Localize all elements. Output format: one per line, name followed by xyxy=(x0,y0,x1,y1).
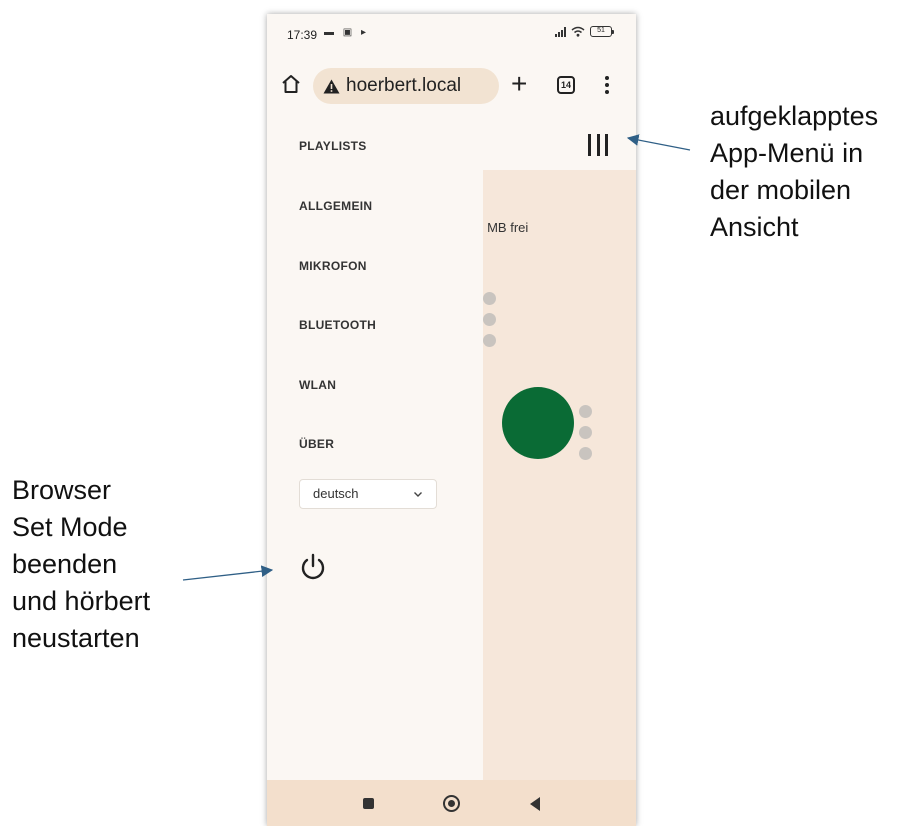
storage-free-text: ' MB frei xyxy=(481,220,529,235)
microphone-status-icon xyxy=(483,292,496,305)
annotation-line: Set Mode xyxy=(12,512,128,542)
signal-icon xyxy=(555,26,566,37)
menu-item-playlists[interactable]: PLAYLISTS xyxy=(299,139,367,153)
app-drawer-menu: PLAYLISTS ALLGEMEIN MIKROFON BLUETOOTH W… xyxy=(267,112,483,780)
wlan-status-icon xyxy=(579,426,592,439)
notification-icons: ▬ ▣ ▸ xyxy=(324,27,370,38)
system-icons: 51 xyxy=(555,26,614,37)
annotation-line: App-Menü in xyxy=(710,138,864,168)
bluetooth-status-icon xyxy=(579,447,592,460)
wifi-icon xyxy=(571,26,585,37)
annotation-line: Ansicht xyxy=(710,212,799,242)
annotation-line: der mobilen xyxy=(710,175,852,205)
menu-item-bluetooth[interactable]: BLUETOOTH xyxy=(299,318,376,332)
browser-toolbar: hoerbert.local + 14 xyxy=(267,54,636,112)
warning-icon[interactable] xyxy=(323,79,340,94)
more-icon[interactable] xyxy=(604,76,610,94)
annotation-line: und hörbert xyxy=(12,586,151,616)
tabs-icon[interactable]: 14 xyxy=(557,76,575,94)
wlan-status-icon xyxy=(483,313,496,326)
menu-item-mikrofon[interactable]: MIKROFON xyxy=(299,259,367,273)
hamburger-icon[interactable] xyxy=(588,134,608,156)
annotation-line: neustarten xyxy=(12,623,140,653)
annotation-power: Browser Set Mode beenden und hörbert neu… xyxy=(12,472,150,657)
power-icon[interactable] xyxy=(298,552,328,582)
recents-icon[interactable] xyxy=(363,798,374,809)
annotation-app-menu: aufgeklapptes App-Menü in der mobilen An… xyxy=(710,98,878,246)
menu-item-ueber[interactable]: ÜBER xyxy=(299,437,334,451)
address-bar[interactable]: hoerbert.local xyxy=(313,68,499,104)
language-select[interactable]: deutsch xyxy=(299,479,437,509)
annotation-line: beenden xyxy=(12,549,118,579)
menu-item-wlan[interactable]: WLAN xyxy=(299,378,336,392)
phone-screen: 17:39 ▬ ▣ ▸ 51 hoerbert.local + 14 ' MB … xyxy=(267,14,636,826)
back-icon[interactable] xyxy=(530,797,540,811)
annotation-line: Browser xyxy=(12,475,112,505)
home-button-icon[interactable] xyxy=(443,795,460,812)
arrow-to-hamburger xyxy=(626,134,691,151)
device-status-circle xyxy=(502,387,574,459)
new-tab-icon[interactable]: + xyxy=(511,70,527,98)
url-text: hoerbert.local xyxy=(346,75,462,96)
home-icon[interactable] xyxy=(281,74,301,94)
battery-icon: 51 xyxy=(590,26,614,37)
microphone-status-icon xyxy=(579,405,592,418)
android-nav-bar xyxy=(267,780,636,826)
annotation-line: aufgeklapptes xyxy=(710,101,879,131)
menu-item-allgemein[interactable]: ALLGEMEIN xyxy=(299,199,372,213)
status-bar: 17:39 ▬ ▣ ▸ 51 xyxy=(267,14,636,54)
bluetooth-status-icon xyxy=(483,334,496,347)
language-select-value: deutsch xyxy=(313,486,359,501)
chevron-down-icon xyxy=(414,492,422,497)
status-time: 17:39 xyxy=(287,28,318,42)
arrow-to-power xyxy=(182,565,274,581)
